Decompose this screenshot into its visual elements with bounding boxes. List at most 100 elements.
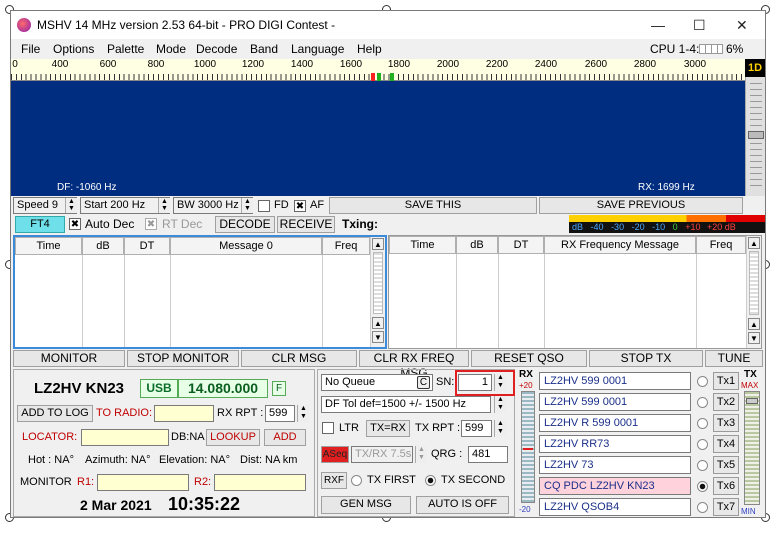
tx-second-radio[interactable] [425,475,436,486]
txrx-time-spin[interactable]: ▲ ▼ [415,446,427,463]
tx1-message-field[interactable]: LZ2HV 599 0001 [539,372,691,390]
tx2-message-field[interactable]: LZ2HV 599 0001 [539,393,691,411]
reset-qso-button[interactable]: RESET QSO [471,350,587,367]
tx-level-slider[interactable] [744,391,760,505]
menu-palette[interactable]: Palette [107,42,144,56]
receive-button[interactable]: RECEIVE [277,216,335,233]
scroll-up-icon[interactable]: ▲ [748,237,760,249]
df-tol-spin[interactable]: ▲ ▼ [494,396,506,413]
menu-options[interactable]: Options [53,42,94,56]
tx3-message-field[interactable]: LZ2HV R 599 0001 [539,414,691,432]
tx5-message-field[interactable]: LZ2HV 73 [539,456,691,474]
save-previous-button[interactable]: SAVE PREVIOUS [539,197,743,214]
start-spin[interactable]: ▲ ▼ [158,198,170,213]
right-decode-table[interactable]: Time dB DT RX Frequency Message Freq ▲ ▲… [388,235,762,349]
menu-band[interactable]: Band [250,42,278,56]
tx7-button[interactable]: Tx7 [713,498,739,516]
fd-checkbox[interactable] [258,200,270,212]
lookup-button[interactable]: LOOKUP [206,429,260,446]
df-tol-field[interactable]: DF Tol def=1500 +/- 1500 Hz [321,396,491,413]
aseq-button[interactable]: ASeq [321,446,349,463]
f-button[interactable]: F [272,381,286,396]
rt-dec-checkbox[interactable]: ✖ [145,218,157,230]
frequency-ruler[interactable]: 0 400 600 800 1000 1200 1400 1600 1800 2… [11,59,745,81]
minimize-icon[interactable]: — [651,17,665,33]
tx6-radio[interactable] [697,481,708,492]
waterfall-level-slider[interactable] [745,77,765,196]
r1-field[interactable] [97,474,189,491]
to-radio-field[interactable] [154,405,214,422]
tx6-message-field[interactable]: CQ PDC LZ2HV KN23 [539,477,691,495]
tx4-radio[interactable] [697,439,708,450]
tune-button[interactable]: TUNE [705,350,763,367]
rx-meter-top: +20 [519,381,533,390]
scroll-down-icon[interactable]: ▲ [372,317,384,329]
start-spinbox[interactable]: Start 200 Hz [80,197,170,214]
txrx-time-field[interactable]: TX/RX 7.5s [351,446,413,463]
scroll-up-icon[interactable]: ▲ [372,238,384,250]
rt-dec-label: RT Dec [162,217,203,231]
col-message: Message 0 [170,237,322,255]
scroll-down2-icon[interactable]: ▼ [748,332,760,344]
menu-mode[interactable]: Mode [156,42,186,56]
queue-c-button[interactable]: C [417,376,430,389]
tx-level-knob[interactable] [746,398,758,404]
clr-msg-button[interactable]: CLR MSG [241,350,357,367]
tx-first-radio[interactable] [351,475,362,486]
save-this-button[interactable]: SAVE THIS [329,197,537,214]
right-scrollbar[interactable]: ▲ ▲ ▼ [746,236,761,348]
tx4-message-field[interactable]: LZ2HV RR73 [539,435,691,453]
monitor-button[interactable]: MONITOR [13,350,125,367]
auto-is-off-button[interactable]: AUTO IS OFF [416,496,509,514]
af-checkbox[interactable]: ✖ [294,200,306,212]
locator-field[interactable] [81,429,169,446]
auto-dec-checkbox[interactable]: ✖ [69,218,81,230]
left-scrollbar[interactable]: ▲ ▲ ▼ [370,237,385,347]
tx-rpt-spin[interactable]: ▲ ▼ [494,420,506,437]
stop-tx-button[interactable]: STOP TX [589,350,703,367]
mode-ft4-button[interactable]: FT4 [15,216,65,233]
tx-rx-button[interactable]: TX=RX [366,420,410,437]
bw-spin[interactable]: ▲ ▼ [241,198,253,213]
menu-file[interactable]: File [21,42,40,56]
qrg-field[interactable]: 481 [468,446,508,463]
rx-rpt-field[interactable]: 599 [265,405,295,422]
maximize-icon[interactable]: ☐ [693,17,706,34]
rx-rpt-spin[interactable]: ▲ ▼ [297,405,309,422]
tx7-message-field[interactable]: LZ2HV QSOB4 [539,498,691,516]
tx3-button[interactable]: Tx3 [713,414,739,432]
tx1-radio[interactable] [697,376,708,387]
scroll-thumb[interactable] [373,252,383,314]
tx5-button[interactable]: Tx5 [713,456,739,474]
menu-language[interactable]: Language [291,42,344,56]
stop-monitor-button[interactable]: STOP MONITOR [127,350,239,367]
tx1-button[interactable]: Tx1 [713,372,739,390]
tx2-radio[interactable] [697,397,708,408]
r2-field[interactable] [214,474,306,491]
tx3-radio[interactable] [697,418,708,429]
tx5-radio[interactable] [697,460,708,471]
decode-button[interactable]: DECODE [215,216,275,233]
tx7-radio[interactable] [697,502,708,513]
tx2-button[interactable]: Tx2 [713,393,739,411]
add-button[interactable]: ADD [264,429,306,446]
slider-knob[interactable] [748,131,764,139]
tx4-button[interactable]: Tx4 [713,435,739,453]
close-icon[interactable]: ✕ [736,17,748,34]
scroll-thumb[interactable] [749,251,759,315]
waterfall-display[interactable]: DF: -1060 Hz RX: 1699 Hz [11,81,745,196]
add-to-log-button[interactable]: ADD TO LOG [17,405,93,422]
tx6-button[interactable]: Tx6 [713,477,739,495]
scroll-down2-icon[interactable]: ▼ [372,331,384,343]
gen-msg-button[interactable]: GEN MSG [321,496,411,514]
menu-decode[interactable]: Decode [196,42,237,56]
rxf-button[interactable]: RXF [321,472,347,489]
tx-rpt-field[interactable]: 599 [461,420,492,437]
clr-rx-freq-msg-button[interactable]: CLR RX FREQ MSG [359,350,469,380]
left-decode-table[interactable]: Time dB DT Message 0 Freq ▲ ▲ ▼ [13,235,387,349]
speed-spin[interactable]: ▲ ▼ [65,198,77,213]
scroll-down-icon[interactable]: ▲ [748,318,760,330]
station-panel: LZ2HV KN23 USB 14.080.000 F ADD TO LOG T… [13,369,315,517]
ltr-checkbox[interactable] [322,422,334,434]
menu-help[interactable]: Help [357,42,382,56]
